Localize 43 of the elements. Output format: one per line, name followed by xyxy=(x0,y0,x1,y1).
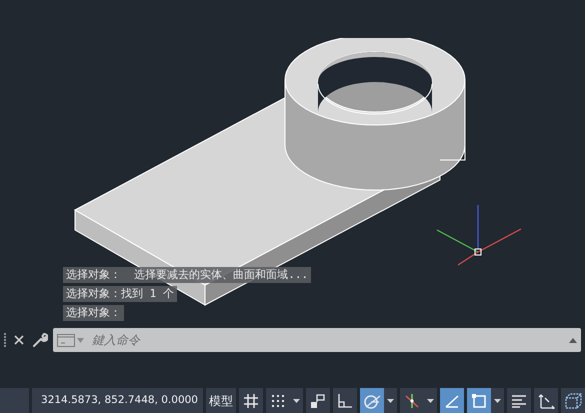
customize-button[interactable] xyxy=(31,331,49,349)
status-toggle-button[interactable] xyxy=(306,388,330,413)
dropdown-button[interactable] xyxy=(491,388,504,413)
grip-icon[interactable] xyxy=(4,332,8,348)
drawing-canvas[interactable]: 选择对象： 选择要减去的实体、曲面和面域... 选择对象：找到 1 个 选择对象： xyxy=(0,0,585,328)
square-snap-icon xyxy=(471,392,487,408)
status-toggle-button[interactable] xyxy=(400,388,424,413)
status-toggle-button[interactable] xyxy=(534,388,558,413)
ucs-crosshair-icon xyxy=(436,205,522,267)
close-icon xyxy=(14,335,24,345)
dot-grid-icon xyxy=(270,392,286,408)
up-arrow-icon[interactable] xyxy=(569,338,577,342)
wrench-icon xyxy=(32,332,48,348)
caret-icon xyxy=(387,398,394,402)
coordinates-readout: 3214.5873, 852.7448, 0.0000 xyxy=(32,388,203,413)
caret-icon xyxy=(427,398,434,402)
dropdown-button[interactable] xyxy=(290,388,303,413)
status-toggle-button[interactable] xyxy=(333,388,357,413)
grid-icon xyxy=(243,392,259,408)
status-toggle-button[interactable] xyxy=(239,388,263,413)
ucs-axes-icon xyxy=(537,392,555,408)
crossed-axes-icon xyxy=(404,392,420,408)
cube-icon xyxy=(564,392,582,408)
status-toggle-button[interactable] xyxy=(440,388,464,413)
caret-icon xyxy=(293,398,300,402)
status-bar-panel xyxy=(0,388,29,413)
status-toggle-button[interactable] xyxy=(360,388,384,413)
dropdown-button[interactable] xyxy=(424,388,437,413)
caret-icon xyxy=(494,398,501,402)
polar-icon xyxy=(363,392,381,408)
angle-icon xyxy=(444,392,460,408)
model-space-button[interactable]: 模型 xyxy=(206,388,236,413)
status-toggle-button[interactable] xyxy=(266,388,290,413)
right-angle-icon xyxy=(337,392,353,408)
dropdown-button[interactable] xyxy=(384,388,397,413)
lines-icon xyxy=(511,392,527,408)
status-toggle-button[interactable] xyxy=(507,388,531,413)
status-toggle-button[interactable] xyxy=(467,388,491,413)
status-toggle-button[interactable] xyxy=(561,388,585,413)
step-icon xyxy=(310,392,326,408)
command-input[interactable]: 鍵入命令 xyxy=(92,331,569,349)
command-input-field[interactable]: 鍵入命令 xyxy=(53,328,581,352)
terminal-icon xyxy=(57,334,75,346)
